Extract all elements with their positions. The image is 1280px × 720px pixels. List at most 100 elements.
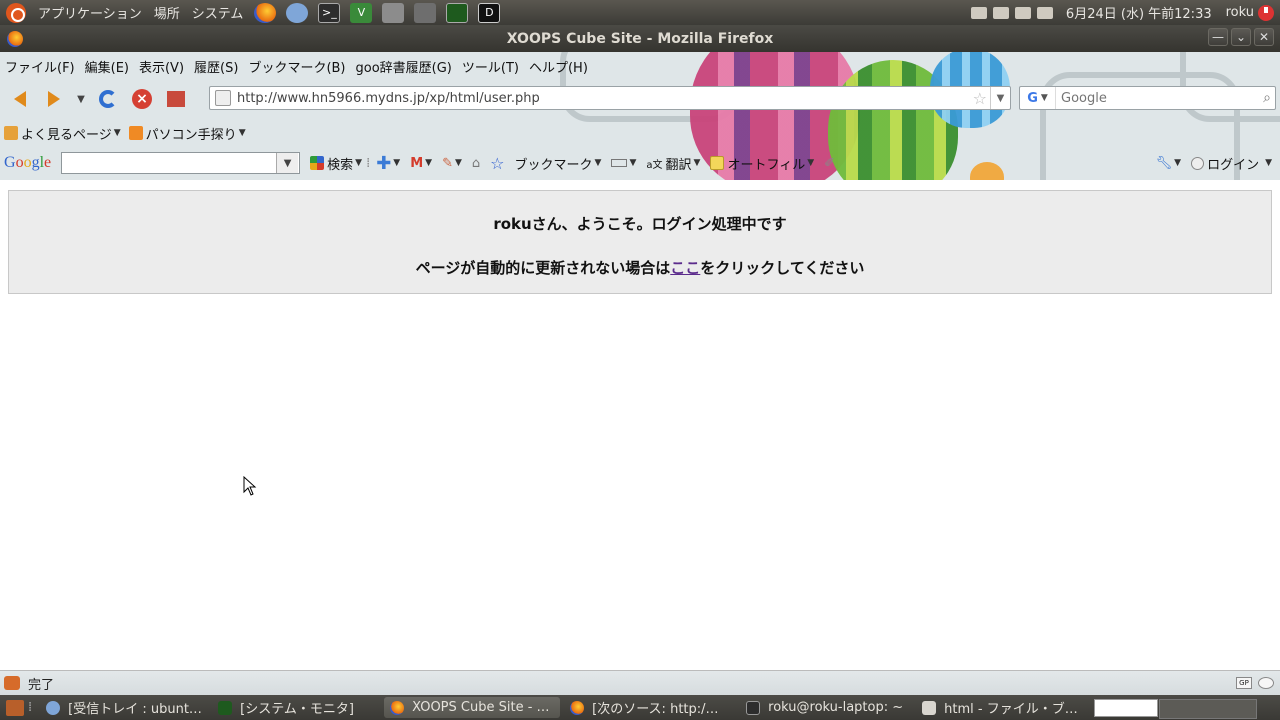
thunderbird-launcher-icon[interactable] <box>286 2 309 23</box>
firefox-launcher-icon[interactable] <box>254 2 277 23</box>
system-monitor-icon <box>218 700 233 715</box>
network-icon[interactable] <box>970 6 987 19</box>
ubuntu-logo-icon[interactable] <box>6 2 26 23</box>
mouse-pointer-icon <box>243 476 257 496</box>
menu-edit[interactable]: 編集(E) <box>80 57 134 76</box>
window-titlebar[interactable]: XOOPS Cube Site - Mozilla Firefox — ⌄ ✕ <box>0 25 1280 52</box>
menu-system[interactable]: システム <box>186 3 250 22</box>
menu-tools[interactable]: ツール(T) <box>457 57 524 76</box>
chevron-down-icon: ▼ <box>594 158 602 168</box>
search-input[interactable] <box>1056 90 1246 106</box>
google-search-button[interactable]: 検索 ▼ <box>310 154 362 173</box>
history-dropdown-icon[interactable]: ▼ <box>74 86 88 112</box>
task-system-monitor[interactable]: [システム・モニタ] <box>212 697 380 718</box>
gp-icon[interactable]: GP <box>1236 677 1252 689</box>
home-button[interactable] <box>162 86 190 112</box>
close-button[interactable]: ✕ <box>1254 28 1274 46</box>
sidewiki-icon[interactable]: ✎ ▼ <box>442 156 462 171</box>
reload-button[interactable] <box>94 86 122 112</box>
chevron-down-icon: ▼ <box>629 158 637 168</box>
google-logo[interactable]: Google <box>4 154 51 172</box>
redirect-link[interactable]: ここ <box>670 259 700 277</box>
google-search-dropdown-icon[interactable]: ▼ <box>276 153 299 173</box>
search-engine-icon[interactable]: G ▼ <box>1020 87 1056 109</box>
power-icon[interactable] <box>1258 4 1274 21</box>
search-magnifier-icon[interactable]: ⌕ <box>1263 90 1271 106</box>
window-controls: — ⌄ ✕ <box>1208 28 1274 46</box>
translate-label: 翻訳 <box>665 157 692 173</box>
menu-bookmarks[interactable]: ブックマーク(B) <box>243 57 350 76</box>
pagerank-icon <box>611 159 628 167</box>
terminal-launcher-icon[interactable]: >_ <box>318 2 341 23</box>
menu-places[interactable]: 場所 <box>148 3 186 22</box>
bookmark-star-blue-icon[interactable]: ☆ <box>490 154 504 173</box>
show-desktop-icon[interactable] <box>6 699 24 716</box>
workspace-switcher[interactable] <box>1094 698 1258 719</box>
chevron-down-icon: ▼ <box>454 158 462 168</box>
wrench-settings-icon[interactable]: 🔧︎ ▼ <box>1156 156 1181 171</box>
google-search-input[interactable] <box>62 153 277 173</box>
url-input[interactable] <box>237 90 957 106</box>
bookmark-star-icon[interactable]: ☆ <box>970 89 990 108</box>
battery-icon[interactable] <box>1014 6 1031 19</box>
file-browser-icon <box>922 700 937 715</box>
menu-applications[interactable]: アプリケーション <box>32 3 148 22</box>
task-firefox-xoops[interactable]: XOOPS Cube Site - … <box>384 697 561 718</box>
firefox-window-icon[interactable] <box>7 31 23 47</box>
reload-icon <box>99 90 117 108</box>
museum-icon[interactable]: ⌂ <box>472 156 480 171</box>
firefox-icon <box>390 700 405 715</box>
vim-launcher-icon[interactable]: V <box>350 2 373 23</box>
google-search-box[interactable]: ▼ <box>61 152 301 174</box>
menu-help[interactable]: ヘルプ(H) <box>524 57 593 76</box>
thunderbird-icon <box>46 700 61 715</box>
bookmark-pc-tesaguri[interactable]: パソコン手探り ▼ <box>125 124 250 143</box>
stop-button[interactable]: × <box>128 86 156 112</box>
chevron-down-icon: ▼ <box>425 158 433 168</box>
google-bookmarks-button[interactable]: ブックマーク ▼ <box>515 154 602 173</box>
plus-button-icon[interactable]: ✚ ▼ <box>376 153 400 174</box>
task-terminal[interactable]: roku@roku-laptop: ~ <box>740 697 912 718</box>
taskbar-handle-icon: ⁞ <box>28 700 33 715</box>
task-label: [受信トレイ : ubunt… <box>68 702 202 717</box>
site-identity-icon[interactable] <box>215 90 231 106</box>
calculator-launcher-icon[interactable] <box>382 2 405 23</box>
user-name[interactable]: roku <box>1226 5 1254 20</box>
chevron-down-icon: ▼ <box>393 158 401 168</box>
minimize-button[interactable]: — <box>1208 28 1228 46</box>
forward-button[interactable] <box>40 86 68 112</box>
volume-icon[interactable] <box>1036 6 1053 19</box>
panel-tray: 6月24日 (水) 午前12:33 roku <box>968 0 1280 25</box>
clock[interactable]: 6月24日 (水) 午前12:33 <box>1066 3 1212 22</box>
page-content: rokuさん、ようこそ。ログイン処理中です ページが自動的に更新されない場合はこ… <box>0 180 1280 670</box>
back-button[interactable] <box>6 86 34 112</box>
globe-icon[interactable] <box>1258 677 1274 689</box>
pagerank-button[interactable]: ▼ <box>611 158 636 168</box>
screenshot-launcher-icon[interactable] <box>414 2 437 23</box>
window-icon[interactable] <box>992 6 1009 19</box>
eraser-icon[interactable]: ✐ <box>824 156 835 171</box>
autofill-button[interactable]: オートフィル ▼ <box>710 154 814 173</box>
menu-file[interactable]: ファイル(F) <box>0 57 80 76</box>
task-file-browser[interactable]: html - ファイル・ブ… <box>916 697 1084 718</box>
task-inbox[interactable]: [受信トレイ : ubunt… <box>40 697 208 718</box>
chevron-down-icon: ▼ <box>1265 158 1272 168</box>
url-dropdown-icon[interactable]: ▼ <box>990 87 1010 109</box>
maximize-button[interactable]: ⌄ <box>1231 28 1251 46</box>
task-label: [次のソース: http:/… <box>592 702 719 717</box>
url-bar[interactable]: ☆ ▼ <box>209 86 1011 110</box>
translate-button[interactable]: a文 翻訳 ▼ <box>646 154 700 173</box>
chevron-down-icon: ▼ <box>355 158 363 168</box>
google-login-button[interactable]: ログイン ▼ <box>1191 154 1272 173</box>
menu-goo-history[interactable]: goo辞書履歴(G) <box>351 57 457 76</box>
menu-history[interactable]: 履歴(S) <box>189 57 243 76</box>
menu-view[interactable]: 表示(V) <box>134 57 189 76</box>
task-view-source[interactable]: [次のソース: http:/… <box>564 697 736 718</box>
bookmark-most-visited[interactable]: よく見るページ ▼ <box>0 124 125 143</box>
search-bar[interactable]: G▼ ⌕ <box>1019 86 1276 110</box>
google-icon <box>310 156 325 170</box>
gmail-icon[interactable]: M ▼ <box>410 156 432 171</box>
status-addon-icon[interactable] <box>4 676 20 690</box>
system-monitor-launcher-icon[interactable] <box>446 2 469 23</box>
text-editor-launcher-icon[interactable]: D <box>478 2 501 23</box>
